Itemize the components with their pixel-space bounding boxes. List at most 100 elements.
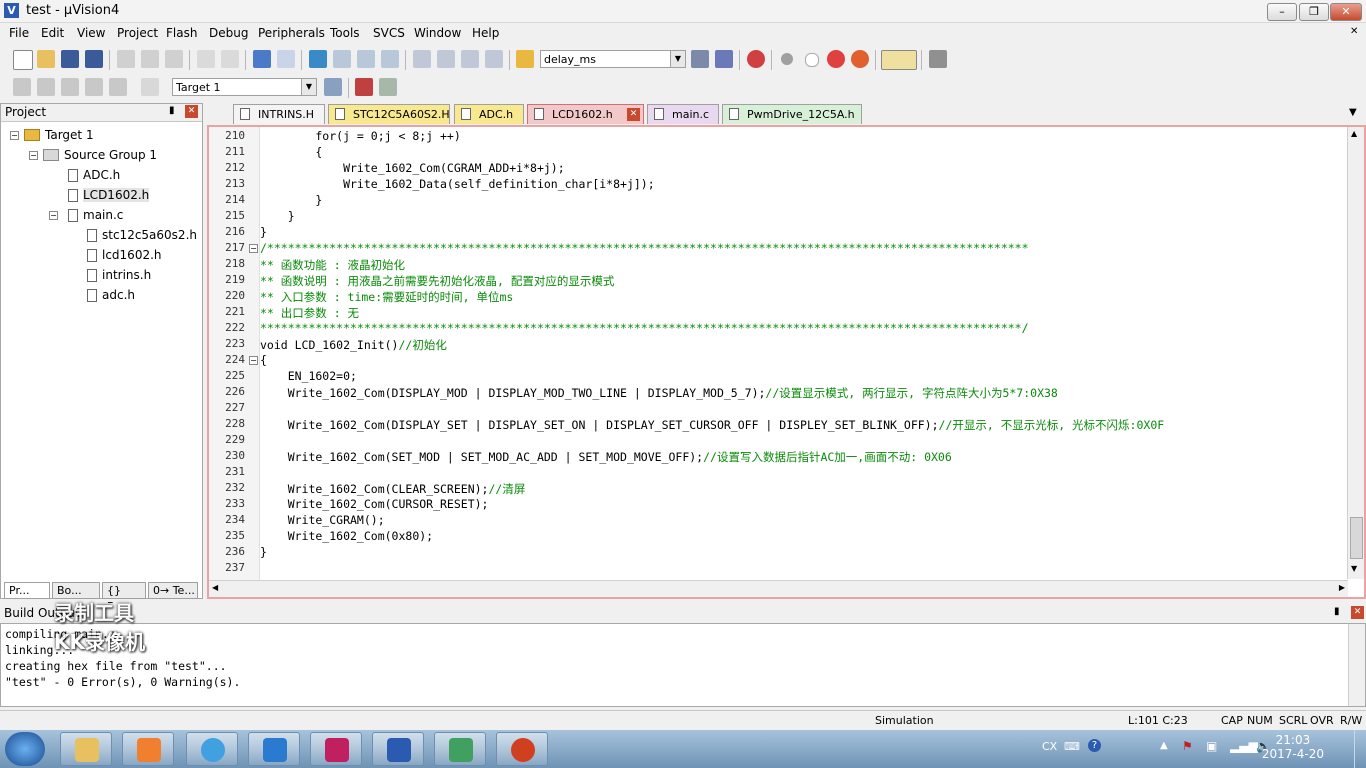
find-combo[interactable]: delay_ms ▼ (540, 50, 686, 68)
menu-svcs[interactable]: SVCS (373, 26, 405, 40)
menu-edit[interactable]: Edit (41, 26, 64, 40)
tree-include-intrins[interactable]: intrins.h (102, 268, 151, 282)
comment-icon[interactable] (461, 50, 479, 68)
show-hidden-icons-chevron-icon[interactable]: ▲ (1160, 740, 1168, 751)
tab-adc[interactable]: ADC.h (454, 104, 524, 124)
tab-templates[interactable]: 0→ Te... (148, 582, 198, 599)
download-load-icon[interactable] (141, 78, 159, 96)
tab-lcd1602[interactable]: LCD1602.h ✕ (527, 104, 644, 124)
pin-icon[interactable]: ▮ (1334, 606, 1340, 617)
new-file-icon[interactable] (13, 50, 33, 70)
find-icon[interactable] (691, 50, 709, 68)
taskbar-clock[interactable]: 21:03 2017-4-20 (1262, 733, 1324, 761)
copy-icon[interactable] (141, 50, 159, 68)
build-icon[interactable] (37, 78, 55, 96)
tab-stc12c5a60s2[interactable]: STC12C5A60S2.H (328, 104, 450, 124)
keyboard-icon[interactable]: ⌨ (1064, 740, 1080, 753)
unindent-icon[interactable] (437, 50, 455, 68)
save-icon[interactable] (61, 50, 79, 68)
expand-icon[interactable]: − (10, 131, 19, 140)
enable-breakpoint-icon[interactable] (805, 53, 819, 67)
indent-icon[interactable] (413, 50, 431, 68)
scrollbar-thumb[interactable] (1350, 517, 1363, 559)
navigate-back-icon[interactable] (253, 50, 271, 68)
save-all-icon[interactable] (85, 50, 103, 68)
tree-include-lcd1602[interactable]: lcd1602.h (102, 248, 162, 262)
menu-tools[interactable]: Tools (330, 26, 360, 40)
fold-toggle-icon[interactable]: − (249, 244, 258, 253)
chevron-down-icon[interactable]: ▼ (670, 51, 685, 67)
debug-start-icon[interactable] (747, 50, 765, 68)
configure-icon[interactable] (929, 50, 947, 68)
close-button[interactable]: ✕ (1330, 3, 1362, 21)
menu-project[interactable]: Project (117, 26, 158, 40)
rebuild-icon[interactable] (61, 78, 79, 96)
select-packs-icon[interactable] (379, 78, 397, 96)
menu-peripherals[interactable]: Peripherals (258, 26, 325, 40)
horizontal-scrollbar[interactable]: ◀ ▶ (209, 580, 1348, 597)
disable-breakpoints-icon[interactable] (827, 50, 845, 68)
help-icon[interactable]: ? (1088, 739, 1101, 752)
target-combo[interactable]: Target 1 ▼ (172, 78, 317, 96)
build-output-panel[interactable]: compiling main.c... linking... creating … (0, 623, 1366, 707)
tree-target[interactable]: Target 1 (45, 128, 94, 142)
taskbar-stc-isp[interactable] (310, 732, 362, 766)
tree-file-lcd1602[interactable]: LCD1602.h (83, 188, 150, 202)
taskbar-explorer[interactable] (60, 732, 112, 766)
ime-indicator[interactable]: CX (1042, 740, 1057, 753)
expand-icon[interactable]: − (29, 151, 38, 160)
breakpoint-icon[interactable] (781, 53, 793, 65)
scroll-down-icon[interactable]: ▼ (1351, 564, 1357, 573)
device-icon[interactable]: ▣ (1206, 739, 1217, 753)
scroll-up-icon[interactable]: ▲ (1351, 129, 1357, 138)
expand-icon[interactable]: − (49, 211, 58, 220)
panel-close-icon[interactable]: ✕ (185, 105, 198, 118)
next-bookmark-icon[interactable] (357, 50, 375, 68)
stop-build-icon[interactable] (109, 78, 127, 96)
panel-close-icon[interactable]: ✕ (1351, 606, 1364, 619)
translate-icon[interactable] (13, 78, 31, 96)
window-layout-icon[interactable] (881, 50, 917, 70)
tab-main[interactable]: main.c (647, 104, 719, 124)
tree-file-adc[interactable]: ADC.h (83, 168, 120, 182)
taskbar-media-player[interactable] (122, 732, 174, 766)
navigate-forward-icon[interactable] (277, 50, 295, 68)
code-editor[interactable]: 210 211 212 213 214 215 216 217−218 219 220 221 222… (207, 125, 1366, 599)
minimize-button[interactable]: – (1267, 3, 1297, 21)
menu-view[interactable]: View (77, 26, 105, 40)
tree-source-group[interactable]: Source Group 1 (64, 148, 157, 162)
maximize-button[interactable]: ❐ (1299, 3, 1329, 21)
tab-intrins[interactable]: INTRINS.H (233, 104, 325, 124)
open-file-icon[interactable] (37, 50, 55, 68)
taskbar-tool[interactable] (434, 732, 486, 766)
target-options-icon[interactable] (324, 78, 342, 96)
find-in-files-icon[interactable] (516, 50, 534, 68)
menu-help[interactable]: Help (472, 26, 499, 40)
mdi-close-icon[interactable]: ✕ (1350, 26, 1358, 37)
taskbar-wps[interactable] (248, 732, 300, 766)
clear-bookmarks-icon[interactable] (381, 50, 399, 68)
uncomment-icon[interactable] (485, 50, 503, 68)
bookmark-icon[interactable] (309, 50, 327, 68)
incremental-find-icon[interactable] (715, 50, 733, 68)
manage-components-icon[interactable] (355, 78, 373, 96)
tab-pwmdrive[interactable]: PwmDrive_12C5A.h (722, 104, 862, 124)
build-scrollbar[interactable] (1348, 624, 1365, 706)
tab-close-icon[interactable]: ✕ (627, 108, 640, 121)
vertical-scrollbar[interactable]: ▲ ▼ (1347, 127, 1364, 579)
chevron-down-icon[interactable]: ▼ (301, 79, 316, 95)
cut-icon[interactable] (117, 50, 135, 68)
redo-icon[interactable] (221, 50, 239, 68)
tree-include-stc[interactable]: stc12c5a60s2.h (102, 228, 197, 242)
tab-project[interactable]: Pr... (4, 582, 50, 599)
security-alert-icon[interactable]: ⚑ (1182, 739, 1193, 753)
scroll-left-icon[interactable]: ◀ (212, 583, 218, 592)
fold-toggle-icon[interactable]: − (249, 356, 258, 365)
taskbar-recorder[interactable] (496, 732, 548, 766)
show-desktop-button[interactable] (1354, 730, 1366, 768)
start-button[interactable] (5, 732, 45, 766)
kill-breakpoints-icon[interactable] (851, 50, 869, 68)
menu-window[interactable]: Window (414, 26, 461, 40)
menu-debug[interactable]: Debug (209, 26, 248, 40)
tab-list-chevron-icon[interactable]: ▼ (1349, 107, 1357, 118)
